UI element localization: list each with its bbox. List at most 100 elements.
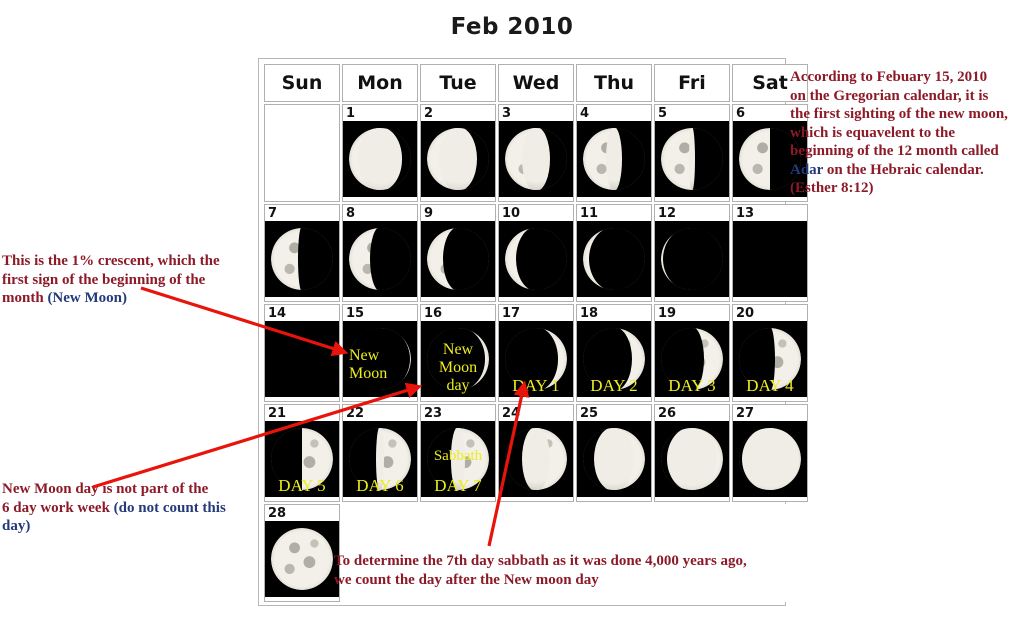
moon-phase-image	[739, 228, 801, 290]
moon-image-container	[265, 521, 339, 597]
moon-image-container	[499, 221, 573, 297]
moon-phase-image	[661, 128, 723, 190]
calendar-cell-day-8[interactable]: 8	[342, 204, 418, 302]
annotation-right-line1: According to Febuary 15, 2010	[790, 69, 988, 85]
day-number: 28	[268, 506, 287, 521]
calendar-cell-day-2[interactable]: 2	[420, 104, 496, 202]
page-title: Feb 2010	[450, 14, 574, 40]
weekday-header-fri: Fri	[654, 64, 730, 102]
calendar-cell-day-5[interactable]: 5	[654, 104, 730, 202]
moon-phase-image	[739, 428, 801, 490]
moon-image-container	[655, 121, 729, 197]
day-number: 22	[346, 406, 365, 421]
day-number: 19	[658, 306, 677, 321]
moon-image-container	[343, 221, 417, 297]
moon-image-container: Sabbath DAY 7	[421, 421, 495, 497]
moon-phase-image	[505, 328, 567, 390]
annotation-left-top-line2: first sign of the beginning of the	[2, 271, 206, 288]
moon-image-container	[421, 121, 495, 197]
calendar-week-row: 14 15 New Moon 16 New Moon day 17 DAY 1 18 DAY 2 19 D…	[264, 304, 808, 402]
calendar-cell-day-27[interactable]: 27	[732, 404, 808, 502]
annotation-left-top-line3: month	[2, 290, 48, 306]
calendar-body: 1 2 3 4 5 6 7 8 9 10 11 12 13 14 15 New Moon 16 New Moon day…	[264, 104, 808, 602]
calendar-header-row: Sun Mon Tue Wed Thu Fri Sat	[264, 64, 808, 102]
calendar-cell-day-12[interactable]: 12	[654, 204, 730, 302]
moon-phase-image	[583, 428, 645, 490]
moon-image-container	[265, 321, 339, 397]
moon-image-container	[577, 121, 651, 197]
calendar-cell-day-24[interactable]: 24	[498, 404, 574, 502]
day-number: 11	[580, 206, 599, 221]
moon-image-container: DAY 3	[655, 321, 729, 397]
annotation-left-top-line1: This is the 1% crescent, which the	[2, 253, 220, 269]
calendar-cell-day-11[interactable]: 11	[576, 204, 652, 302]
calendar-cell-day-7[interactable]: 7	[264, 204, 340, 302]
calendar-cell-day-15[interactable]: 15 New Moon	[342, 304, 418, 402]
moon-image-container	[733, 221, 807, 297]
annotation-bottom-line1: To determine the 7th day sabbath as it w…	[334, 553, 747, 569]
day-number: 12	[658, 206, 677, 221]
day-number: 13	[736, 206, 755, 221]
moon-phase-image	[505, 428, 567, 490]
moon-phase-image	[427, 428, 489, 490]
calendar-cell-day-16[interactable]: 16 New Moon day	[420, 304, 496, 402]
moon-image-container	[499, 121, 573, 197]
calendar-cell-day-13[interactable]: 13	[732, 204, 808, 302]
calendar-cell-day-20[interactable]: 20 DAY 4	[732, 304, 808, 402]
annotation-right-line3: the first sighting of the new moon,	[790, 106, 1008, 122]
day-number: 23	[424, 406, 443, 421]
moon-image-container	[577, 421, 651, 497]
moon-phase-image	[583, 228, 645, 290]
annotation-left-top-new-moon-highlight: (New Moon)	[47, 290, 128, 306]
day-number: 3	[502, 106, 512, 121]
moon-image-container	[499, 421, 573, 497]
moon-phase-image	[661, 428, 723, 490]
calendar-cell-day-22[interactable]: 22 DAY 6	[342, 404, 418, 502]
calendar-cell-day-26[interactable]: 26	[654, 404, 730, 502]
weekday-header-mon: Mon	[342, 64, 418, 102]
annotation-left-bottom-highlight-b: day)	[2, 518, 31, 534]
annotation-left-bottom-line2: 6 day work week	[2, 499, 114, 516]
annotation-right-line6-rest: on the Hebraic calendar.	[823, 161, 984, 178]
moon-image-container: DAY 4	[733, 321, 807, 397]
calendar-week-row: 123456	[264, 104, 808, 202]
moon-image-container	[577, 221, 651, 297]
moon-phase-image	[661, 228, 723, 290]
day-number: 21	[268, 406, 287, 421]
calendar-cell-day-9[interactable]: 9	[420, 204, 496, 302]
moon-phase-image	[271, 428, 333, 490]
calendar-cell-day-10[interactable]: 10	[498, 204, 574, 302]
calendar-cell-day-1[interactable]: 1	[342, 104, 418, 202]
moon-image-container	[655, 421, 729, 497]
calendar-cell-day-17[interactable]: 17 DAY 1	[498, 304, 574, 402]
moon-phase-image	[505, 128, 567, 190]
moon-phase-image	[349, 328, 411, 390]
moon-image-container	[265, 221, 339, 297]
calendar-cell-day-14[interactable]: 14	[264, 304, 340, 402]
moon-image-container: DAY 5	[265, 421, 339, 497]
calendar-cell-day-23[interactable]: 23 Sabbath DAY 7	[420, 404, 496, 502]
moon-phase-image	[583, 328, 645, 390]
day-number: 1	[346, 106, 356, 121]
day-number: 4	[580, 106, 590, 121]
calendar-cell-day-21[interactable]: 21 DAY 5	[264, 404, 340, 502]
moon-phase-image	[583, 128, 645, 190]
calendar-cell-day-28[interactable]: 28	[264, 504, 340, 602]
calendar-cell-day-3[interactable]: 3	[498, 104, 574, 202]
calendar-table: Sun Mon Tue Wed Thu Fri Sat 1 2 3 4 5 6 7 8 9 10 1…	[262, 62, 810, 604]
calendar-cell-day-25[interactable]: 25	[576, 404, 652, 502]
moon-phase-image	[349, 428, 411, 490]
calendar-week-row: 7 8 9 10 11 12 13	[264, 204, 808, 302]
moon-image-container: New Moon day	[421, 321, 495, 397]
day-number: 26	[658, 406, 677, 421]
moon-phase-image	[271, 328, 333, 390]
calendar-cell-day-19[interactable]: 19 DAY 3	[654, 304, 730, 402]
day-number: 10	[502, 206, 521, 221]
annotation-right-new-moon-sighting: According to Febuary 15, 2010 on the Gre…	[790, 68, 1024, 198]
calendar-cell-day-4[interactable]: 4	[576, 104, 652, 202]
day-number: 18	[580, 306, 599, 321]
calendar-cell-day-18[interactable]: 18 DAY 2	[576, 304, 652, 402]
moon-phase-image	[505, 228, 567, 290]
weekday-header-sun: Sun	[264, 64, 340, 102]
day-number: 27	[736, 406, 755, 421]
